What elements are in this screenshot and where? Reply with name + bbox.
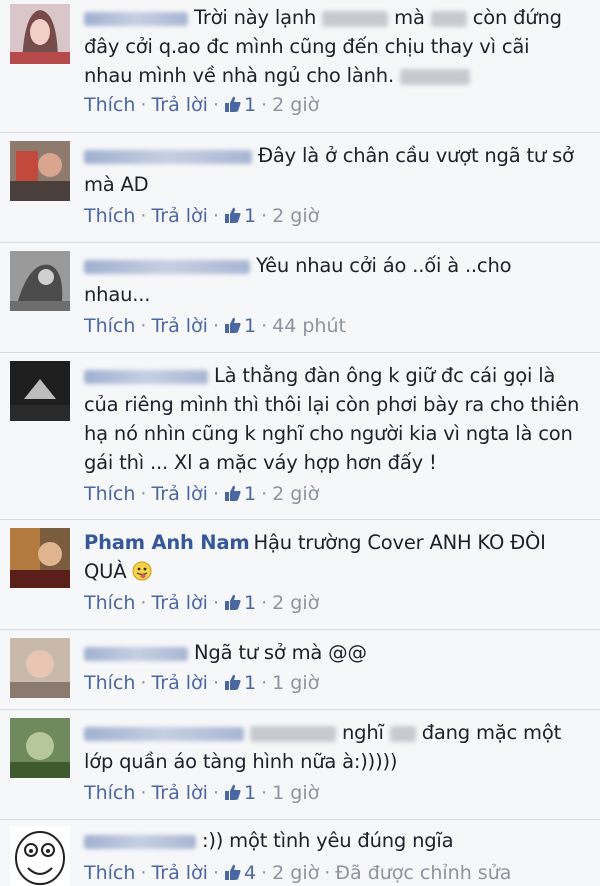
- comment-actions: Thích · Trả lời · 1 · 2 giờ: [84, 592, 320, 614]
- author-name[interactable]: [84, 259, 250, 274]
- like-link[interactable]: Thích: [84, 315, 135, 337]
- comment-item: Đây là ở chân cầu vượt ngã tư sở mà AD T…: [0, 133, 600, 243]
- redacted-text: [389, 725, 416, 742]
- author-name[interactable]: [84, 646, 188, 661]
- timestamp[interactable]: 1 giờ: [272, 672, 319, 694]
- author-name[interactable]: [84, 11, 188, 26]
- reply-link[interactable]: Trả lời: [151, 672, 208, 694]
- timestamp[interactable]: 1 giờ: [272, 782, 319, 804]
- reply-link[interactable]: Trả lời: [151, 592, 208, 614]
- author-name[interactable]: [84, 369, 208, 384]
- redacted-text: [430, 10, 467, 27]
- tongue-emoji-icon: [132, 561, 152, 581]
- thumbs-up-icon: [225, 674, 241, 690]
- reply-link[interactable]: Trả lời: [151, 782, 208, 804]
- like-link[interactable]: Thích: [84, 592, 135, 614]
- avatar[interactable]: [10, 638, 70, 698]
- comment-body: nghĩ đang mặc một lớp quần áo tàng hình …: [84, 721, 562, 773]
- reply-link[interactable]: Trả lời: [151, 94, 208, 116]
- comment-item: Pham Anh Nam Hậu trường Cover ANH KO ĐÒI …: [0, 520, 600, 630]
- like-link[interactable]: Thích: [84, 94, 135, 116]
- author-name[interactable]: [84, 149, 252, 164]
- like-count[interactable]: 1: [224, 94, 256, 116]
- avatar[interactable]: [10, 826, 70, 886]
- like-link[interactable]: Thích: [84, 862, 135, 884]
- comment-item: Là thằng đàn ông k giữ đc cái gọi là của…: [0, 353, 600, 520]
- comment-body: Đây là ở chân cầu vượt ngã tư sở mà AD: [84, 144, 574, 196]
- comment-actions: Thích · Trả lời · 4 · 2 giờ · Đã được chỉnh sửa: [84, 862, 512, 884]
- comment-item: nghĩ đang mặc một lớp quần áo tàng hình …: [0, 710, 600, 820]
- thumbs-up-icon: [225, 784, 241, 800]
- thumbs-up-icon: [225, 864, 241, 880]
- like-link[interactable]: Thích: [84, 782, 135, 804]
- thumbs-up-icon: [225, 594, 241, 610]
- author-name[interactable]: [84, 726, 244, 741]
- timestamp[interactable]: 2 giờ: [272, 592, 319, 614]
- avatar[interactable]: [10, 528, 70, 588]
- like-link[interactable]: Thích: [84, 205, 135, 227]
- thumbs-up-icon: [225, 207, 241, 223]
- like-count[interactable]: 1: [224, 672, 256, 694]
- like-count[interactable]: 1: [224, 592, 256, 614]
- comment-body: Pham Anh Nam Hậu trường Cover ANH KO ĐÒI …: [84, 531, 546, 583]
- avatar[interactable]: [10, 4, 70, 64]
- like-count[interactable]: 1: [224, 782, 256, 804]
- reply-link[interactable]: Trả lời: [151, 315, 208, 337]
- comment-body: Yêu nhau cởi áo ..ối à ..cho nhau...: [84, 254, 512, 306]
- avatar[interactable]: [10, 141, 70, 201]
- comment-item: :)) một tình yêu đúng ngĩa Thích · Trả lời…: [0, 820, 600, 886]
- like-link[interactable]: Thích: [84, 483, 135, 505]
- comment-item: Ngã tư sở mà @@ Thích · Trả lời · 1 · 1 giờ: [0, 630, 600, 710]
- comment-body: Ngã tư sở mà @@: [84, 638, 580, 667]
- timestamp[interactable]: 2 giờ: [272, 205, 319, 227]
- redacted-text: [322, 10, 389, 27]
- comment-actions: Thích · Trả lời · 1 · 1 giờ: [84, 672, 320, 694]
- like-count[interactable]: 4: [224, 862, 256, 884]
- timestamp[interactable]: 2 giờ: [272, 862, 319, 884]
- redacted-text: [250, 725, 336, 742]
- thumbs-up-icon: [225, 317, 241, 333]
- comment-actions: Thích · Trả lời · 1 · 2 giờ: [84, 483, 320, 505]
- timestamp[interactable]: 44 phút: [272, 315, 346, 337]
- comment-actions: Thích · Trả lời · 1 · 2 giờ: [84, 94, 320, 116]
- comment-actions: Thích · Trả lời · 1 · 44 phút: [84, 315, 346, 337]
- comment-actions: Thích · Trả lời · 1 · 2 giờ: [84, 205, 320, 227]
- redacted-text: [399, 68, 470, 85]
- reply-link[interactable]: Trả lời: [151, 483, 208, 505]
- like-link[interactable]: Thích: [84, 672, 135, 694]
- author-name[interactable]: Pham Anh Nam: [84, 531, 250, 554]
- avatar[interactable]: [10, 361, 70, 421]
- edited-label[interactable]: Đã được chỉnh sửa: [335, 862, 511, 884]
- like-count[interactable]: 1: [224, 205, 256, 227]
- avatar[interactable]: [10, 251, 70, 311]
- reply-link[interactable]: Trả lời: [151, 862, 208, 884]
- reply-link[interactable]: Trả lời: [151, 205, 208, 227]
- like-count[interactable]: 1: [224, 483, 256, 505]
- thumbs-up-icon: [225, 485, 241, 501]
- comment-actions: Thích · Trả lời · 1 · 1 giờ: [84, 782, 320, 804]
- timestamp[interactable]: 2 giờ: [272, 94, 319, 116]
- thumbs-up-icon: [225, 96, 241, 112]
- author-name[interactable]: [84, 834, 196, 849]
- comment-item: Trời này lạnh mà còn đứng đây cởi q.ao đ…: [0, 0, 600, 133]
- comment-body: :)) một tình yêu đúng ngĩa: [84, 826, 580, 855]
- comment-body: Trời này lạnh mà còn đứng đây cởi q.ao đ…: [84, 6, 562, 87]
- comment-body: Là thằng đàn ông k giữ đc cái gọi là của…: [84, 364, 580, 474]
- avatar[interactable]: [10, 718, 70, 778]
- comment-item: Yêu nhau cởi áo ..ối à ..cho nhau... Thí…: [0, 243, 600, 353]
- like-count[interactable]: 1: [224, 315, 256, 337]
- timestamp[interactable]: 2 giờ: [272, 483, 319, 505]
